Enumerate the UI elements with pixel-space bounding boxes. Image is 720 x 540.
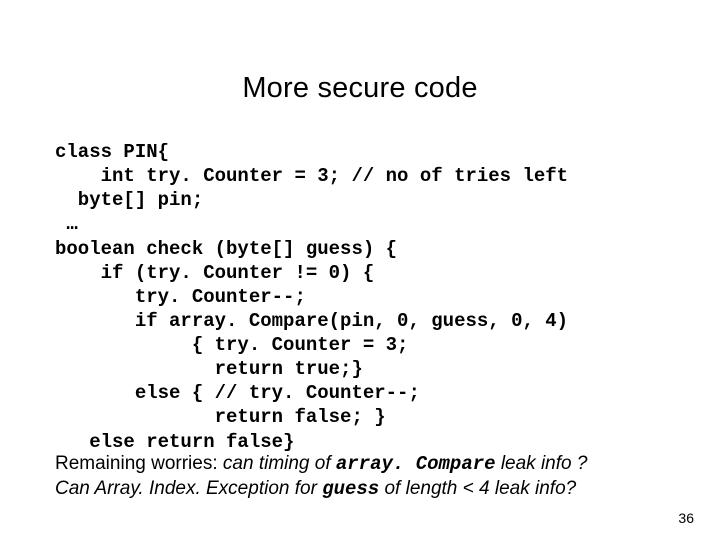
slide: More secure code class PIN{ int try. Cou…	[0, 0, 720, 540]
code-line: int try. Counter = 3; // no of tries lef…	[55, 165, 568, 187]
page-number: 36	[678, 510, 694, 526]
worries-line2-mono: guess	[322, 478, 379, 500]
code-line: byte[] pin;	[55, 189, 203, 211]
code-line: { try. Counter = 3;	[55, 334, 408, 356]
code-line: class PIN{	[55, 141, 169, 163]
worries-line1-a: can timing of	[223, 453, 336, 474]
code-line: if (try. Counter != 0) {	[55, 262, 374, 284]
worries-prefix: Remaining worries:	[55, 453, 223, 474]
code-line: try. Counter--;	[55, 286, 306, 308]
code-line: return false; }	[55, 406, 386, 428]
code-line: boolean check (byte[] guess) {	[55, 238, 397, 260]
worries-line1-mono: array. Compare	[336, 453, 496, 475]
worries-line2-b: of length < 4 leak info?	[379, 478, 576, 499]
worries-line2-a: Can Array. Index. Exception for	[55, 478, 322, 499]
code-line: return true;}	[55, 358, 363, 380]
worries-line1-b: leak info ?	[496, 453, 588, 474]
slide-title: More secure code	[0, 72, 720, 105]
code-line: else return false}	[55, 431, 294, 453]
code-line: if array. Compare(pin, 0, guess, 0, 4)	[55, 310, 568, 332]
code-line: …	[55, 213, 78, 235]
code-line: else { // try. Counter--;	[55, 382, 420, 404]
remaining-worries: Remaining worries: can timing of array. …	[55, 452, 675, 501]
code-block: class PIN{ int try. Counter = 3; // no o…	[55, 140, 675, 454]
